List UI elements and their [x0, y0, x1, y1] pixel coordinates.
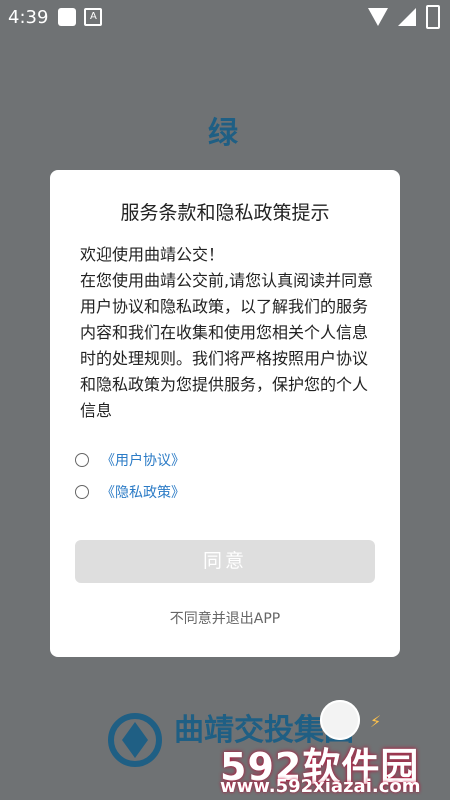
watermark: 592软件园 www.592xiazai.com	[220, 736, 450, 800]
app-square-icon	[58, 8, 77, 26]
battery-icon	[426, 5, 440, 29]
disagree-exit-link[interactable]: 不同意并退出APP	[50, 608, 400, 628]
brand-top-char: 绿	[208, 116, 239, 151]
user-agreement-row[interactable]: 《用户协议》	[75, 450, 185, 470]
sparkle-icon: ⚡	[370, 712, 382, 731]
privacy-dialog: 服务条款和隐私政策提示 欢迎使用曲靖公交！ 在您使用曲靖公交前,请您认真阅读并同…	[50, 170, 400, 657]
company-logo-icon	[108, 713, 162, 767]
dialog-title: 服务条款和隐私政策提示	[120, 202, 330, 224]
mascot-icon	[320, 700, 360, 740]
wifi-icon	[368, 8, 388, 26]
cell-signal-icon	[398, 8, 416, 26]
status-right-icons	[368, 5, 440, 29]
privacy-policy-row[interactable]: 《隐私政策》	[75, 482, 185, 502]
user-agreement-link[interactable]: 《用户协议》	[101, 450, 185, 470]
watermark-main: 592软件园	[220, 745, 420, 789]
a-notification-icon: A	[84, 8, 103, 26]
radio-icon[interactable]	[75, 485, 89, 499]
agree-button[interactable]: 同意	[75, 540, 375, 583]
watermark-url: www.592xiazai.com	[220, 776, 421, 797]
status-time: 4:39	[8, 6, 49, 28]
status-bar: 4:39 A	[0, 0, 450, 34]
radio-icon[interactable]	[75, 453, 89, 467]
dialog-body: 欢迎使用曲靖公交！ 在您使用曲靖公交前,请您认真阅读并同意用户协议和隐私政策，以…	[80, 245, 374, 420]
privacy-policy-link[interactable]: 《隐私政策》	[101, 482, 185, 502]
